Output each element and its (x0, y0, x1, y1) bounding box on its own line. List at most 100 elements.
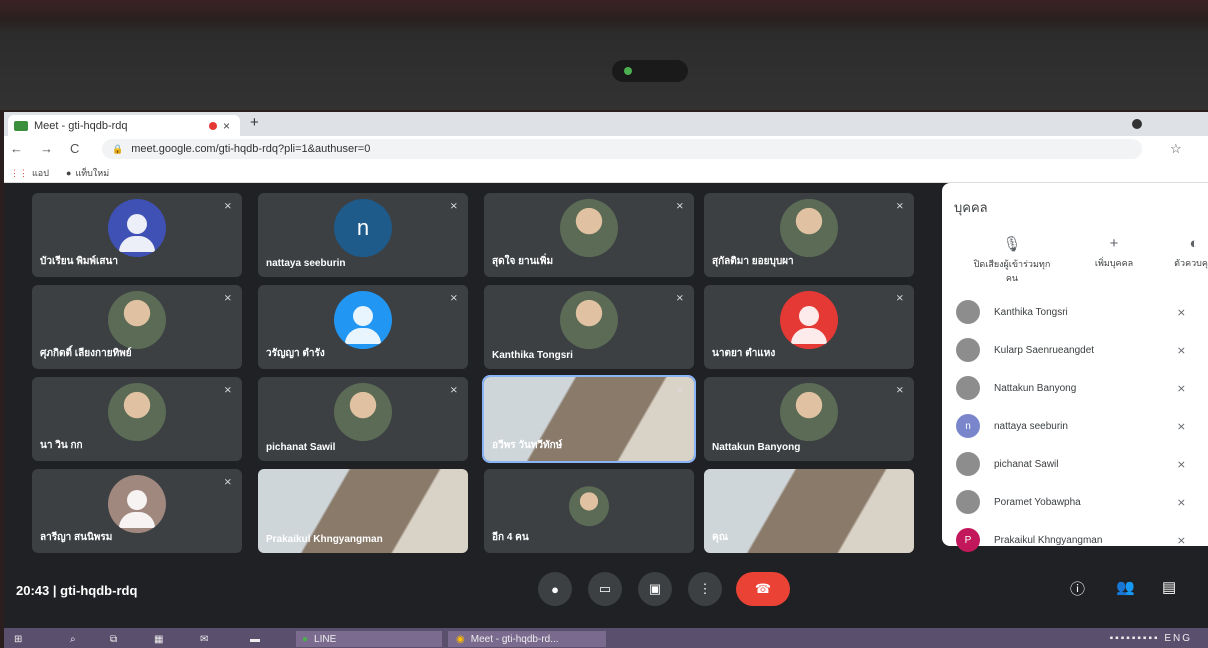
participant-list-item[interactable]: P Prakaikul Khngyangman ⨯ (956, 523, 1206, 557)
task-view-icon[interactable]: ⧉ (110, 631, 117, 647)
star-icon[interactable]: ☆ (1170, 141, 1182, 157)
participant-tile[interactable]: ⨯ วรัญญา ตำรัง (258, 285, 468, 369)
mic-button[interactable]: ● (538, 572, 572, 606)
participant-name: อวีพร วันทวีทักษ์ (492, 440, 563, 451)
mic-muted-icon: ⨯ (895, 385, 904, 396)
url-text: meet.google.com/gti-hqdb-rdq?pli=1&authu… (131, 143, 371, 155)
participant-list-avatar (956, 490, 980, 514)
mic-muted-icon[interactable]: ⨯ (1177, 344, 1186, 357)
mic-muted-icon[interactable]: ⨯ (1177, 458, 1186, 471)
taskbar-line[interactable]: ● LINE (296, 631, 442, 647)
people-icon[interactable]: 👥 (1116, 578, 1135, 596)
present-button[interactable]: ▣ (638, 572, 672, 606)
meeting-controls-bar: 20:43 | gti-hqdb-rdq ● ▭ ▣ ⋮ ☎ ⓘ 👥 ▤ (4, 558, 1208, 628)
mic-muted-icon: ⨯ (675, 201, 684, 212)
participant-name: สุดใจ ยานเพิ่ม (492, 256, 554, 267)
mic-muted-icon[interactable]: ⨯ (1177, 306, 1186, 319)
controls-icon: ◐ (1189, 235, 1199, 252)
search-icon[interactable]: ⌕ (70, 631, 76, 647)
bookmark-newtab-label: แท็บใหม่ (75, 168, 110, 178)
recording-dot-icon (208, 121, 217, 130)
participant-list-name: nattaya seeburin (994, 420, 1068, 432)
back-icon[interactable]: ← (10, 141, 23, 156)
chrome-icon: ◉ (456, 633, 465, 645)
participant-tile[interactable]: n ⨯ nattaya seeburin (258, 193, 468, 277)
participant-avatar (560, 291, 618, 350)
bookmark-newtab[interactable]: ● แท็บใหม่ (66, 166, 109, 180)
camera-button[interactable]: ▭ (588, 572, 622, 606)
close-tab-icon[interactable]: × (223, 119, 230, 133)
lock-icon: 🔒 (112, 143, 124, 154)
mic-muted-icon: ⨯ (675, 293, 684, 304)
taskbar-line-label: LINE (314, 633, 337, 645)
file-explorer-icon[interactable]: ▬ (250, 631, 260, 647)
bookmark-apps[interactable]: ⋮⋮ แอป (10, 166, 49, 180)
forward-icon[interactable]: → (40, 141, 53, 156)
participant-list-item[interactable]: Kanthika Tongsri ⨯ (956, 295, 1206, 329)
start-icon[interactable]: ⊞ (14, 631, 22, 647)
browser-tab[interactable]: Meet - gti-hqdb-rdq × (8, 115, 240, 136)
mic-muted-icon: ⨯ (449, 385, 458, 396)
participant-tile[interactable]: ⨯ อวีพร วันทวีทักษ์ (482, 375, 696, 463)
participant-list-avatar: P (956, 528, 980, 552)
mute-all-label: ปิดเสียงผู้เข้าร่วมทุกคน (973, 259, 1051, 283)
more-vert-icon: ⋮ (698, 581, 712, 596)
participant-list-avatar (956, 452, 980, 476)
store-icon[interactable]: ▦ (154, 631, 163, 647)
mic-muted-icon[interactable]: ⨯ (1177, 420, 1186, 433)
participant-name: สุกัลติมา ยอยบุบผา (712, 256, 794, 267)
mic-muted-icon: ⨯ (895, 293, 904, 304)
mic-muted-icon: ⨯ (223, 477, 232, 488)
participant-list-item[interactable]: Nattakun Banyong ⨯ (956, 371, 1206, 405)
participant-name: บัวเรียน พิมพ์เสนา (40, 256, 118, 267)
mic-muted-icon[interactable]: ⨯ (1177, 496, 1186, 509)
mail-icon[interactable]: ✉ (200, 631, 208, 647)
participant-tile[interactable]: ⨯ pichanat Sawil (258, 377, 468, 461)
participant-tile[interactable]: ⨯ ศุภกิตติ์ เลียงกายทิพย์ (32, 285, 242, 369)
participant-avatar (108, 291, 166, 350)
leave-call-button[interactable]: ☎ (736, 572, 790, 606)
participant-tile[interactable]: ⨯ Kanthika Tongsri (484, 285, 694, 369)
mic-muted-icon: ⨯ (895, 201, 904, 212)
taskbar-chrome[interactable]: ◉ Meet - gti-hqdb-rd... (448, 631, 606, 647)
info-icon[interactable]: ⓘ (1070, 578, 1085, 599)
participant-tile[interactable]: Prakaikul Khngyangman (258, 469, 468, 553)
participant-tile[interactable]: ⨯ นา วิน กก (32, 377, 242, 461)
participant-list-item[interactable]: pichanat Sawil ⨯ (956, 447, 1206, 481)
participant-list-avatar (956, 376, 980, 400)
participant-name: Prakaikul Khngyangman (266, 534, 383, 545)
add-people-button[interactable]: + เพิ่มบุคคล (1074, 235, 1154, 270)
participant-tile[interactable]: ⨯ สุกัลติมา ยอยบุบผา (704, 193, 914, 277)
participant-list-item[interactable]: Poramet Yobawpha ⨯ (956, 485, 1206, 519)
url-field[interactable]: 🔒 meet.google.com/gti-hqdb-rdq?pli=1&aut… (102, 139, 1142, 159)
participant-list-item[interactable]: Kularp Saenrueangdet ⨯ (956, 333, 1206, 367)
mic-muted-icon[interactable]: ⨯ (1177, 534, 1186, 547)
profile-icon[interactable] (1132, 119, 1142, 129)
new-tab-button[interactable]: + (250, 114, 259, 131)
host-controls-button[interactable]: ◐ ตัวควบคุม (1154, 235, 1208, 270)
mic-muted-icon[interactable]: ⨯ (1177, 382, 1186, 395)
add-people-label: เพิ่มบุคคล (1094, 258, 1134, 268)
chat-icon[interactable]: ▤ (1162, 578, 1176, 596)
tab-title: Meet - gti-hqdb-rdq (34, 119, 128, 132)
participant-tile[interactable]: ⨯ นาตยา ตำแหง (704, 285, 914, 369)
more-options-button[interactable]: ⋮ (688, 572, 722, 606)
participant-name: นา วิน กก (40, 440, 83, 451)
participant-tile[interactable]: ⨯ สุดใจ ยานเพิ่ม (484, 193, 694, 277)
participant-list-name: Kanthika Tongsri (994, 306, 1068, 318)
reload-icon[interactable]: C (70, 141, 79, 156)
participant-avatar (780, 291, 838, 350)
participant-tile[interactable]: ⨯ ลารีญา สนนิพรม (32, 469, 242, 553)
participant-name: nattaya seeburin (266, 258, 346, 269)
system-tray[interactable]: ▪▪▪▪▪▪▪▪▪ ENG (1110, 633, 1192, 644)
participant-avatar (560, 199, 618, 258)
participant-list-item[interactable]: n nattaya seeburin ⨯ (956, 409, 1206, 443)
mute-all-button[interactable]: 🎙 ปิดเสียงผู้เข้าร่วมทุกคน (972, 235, 1052, 285)
participant-list-name: Prakaikul Khngyangman (994, 534, 1103, 546)
mic-muted-icon: ⨯ (449, 293, 458, 304)
participant-tile[interactable]: อีก 4 คน (484, 469, 694, 553)
participant-tile[interactable]: ⨯ Nattakun Banyong (704, 377, 914, 461)
participant-tile[interactable]: ⨯ บัวเรียน พิมพ์เสนา (32, 193, 242, 277)
participant-tile[interactable]: คุณ (704, 469, 914, 553)
phone-hangup-icon: ☎ (754, 581, 772, 596)
